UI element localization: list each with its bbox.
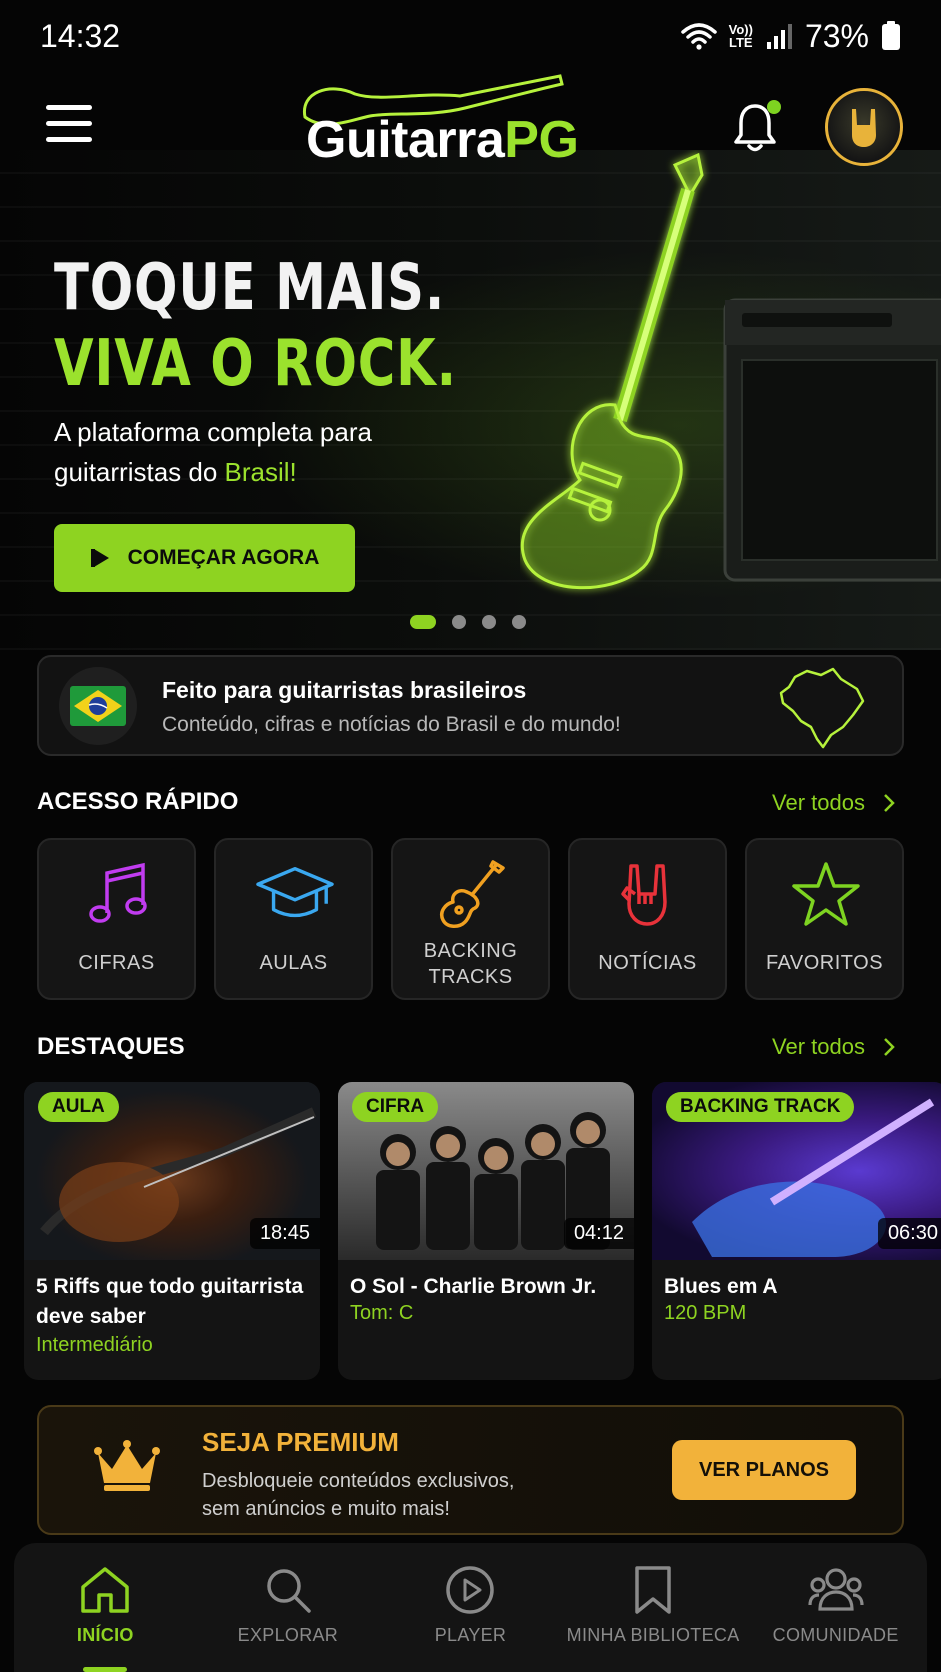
menu-icon bbox=[46, 105, 92, 110]
search-icon bbox=[267, 1569, 311, 1613]
content-tag: BACKING TRACK bbox=[666, 1092, 855, 1122]
nav-player[interactable]: PLAYER bbox=[379, 1543, 562, 1672]
volte-indicator: Vo)) LTE bbox=[728, 22, 753, 50]
premium-subtitle: Desbloqueie conteúdos exclusivos, sem an… bbox=[202, 1470, 515, 1520]
home-icon bbox=[81, 1567, 130, 1613]
app-header: GuitarraPG bbox=[0, 72, 941, 182]
star-icon bbox=[787, 858, 865, 930]
nav-library[interactable]: MINHA BIBLIOTECA bbox=[562, 1543, 745, 1672]
premium-banner[interactable]: SEJA PREMIUM Desbloqueie conteúdos exclu… bbox=[37, 1405, 904, 1535]
card-meta: Intermediário bbox=[36, 1334, 153, 1356]
crown-icon bbox=[94, 1440, 160, 1491]
bookmark-icon bbox=[635, 1566, 671, 1614]
highlights-see-all[interactable]: Ver todos bbox=[772, 1034, 895, 1060]
quick-item-label: CIFRAS bbox=[78, 952, 155, 974]
premium-title: SEJA PREMIUM bbox=[202, 1427, 399, 1457]
quick-item-backing-tracks[interactable]: BACKING TRACKS bbox=[391, 838, 550, 1000]
duration-badge: 06:30 bbox=[877, 1218, 941, 1249]
carousel-dot[interactable] bbox=[512, 615, 526, 629]
start-now-button[interactable]: COMEÇAR AGORA bbox=[54, 524, 355, 592]
carousel-dot[interactable] bbox=[482, 615, 496, 629]
brazil-map-icon bbox=[779, 667, 865, 749]
quick-item-cifras[interactable]: CIFRAS bbox=[37, 838, 196, 1000]
neon-guitar-illustration bbox=[520, 152, 941, 590]
community-icon bbox=[808, 1568, 864, 1611]
signal-icon bbox=[766, 24, 792, 49]
chevron-right-icon bbox=[884, 794, 895, 812]
highlight-card[interactable]: BACKING TRACK 06:30 Blues em A 120 BPM bbox=[652, 1082, 941, 1380]
status-icons: Vo)) LTE 73% bbox=[680, 17, 901, 55]
status-time: 14:32 bbox=[40, 17, 121, 54]
carousel-dot[interactable] bbox=[410, 615, 436, 629]
menu-button[interactable] bbox=[46, 105, 92, 145]
duration-badge: 18:45 bbox=[249, 1218, 320, 1249]
quick-item-label: NOTÍCIAS bbox=[598, 952, 697, 974]
hero-subtitle-highlight: Brasil! bbox=[224, 457, 297, 487]
play-circle-icon bbox=[446, 1566, 495, 1614]
hero-title: TOQUE MAIS. VIVA O ROCK. bbox=[54, 250, 457, 402]
quick-access-title: ACESSO RÁPIDO bbox=[37, 788, 239, 815]
duration-badge: 04:12 bbox=[563, 1218, 634, 1249]
avatar[interactable] bbox=[825, 88, 903, 166]
logo-text: GuitarraPG bbox=[306, 111, 579, 169]
see-plans-button[interactable]: VER PLANOS bbox=[672, 1440, 856, 1500]
rock-hand-icon bbox=[610, 858, 688, 930]
highlight-card[interactable]: CIFRA 04:12 O Sol - Charlie Brown Jr. To… bbox=[338, 1082, 634, 1380]
nav-explore[interactable]: EXPLORAR bbox=[197, 1543, 380, 1672]
highlight-card[interactable]: AULA 18:45 5 Riffs que todo guitarrista … bbox=[24, 1082, 320, 1380]
content-tag: AULA bbox=[38, 1092, 119, 1122]
battery-percent: 73% bbox=[804, 17, 869, 54]
content-tag: CIFRA bbox=[352, 1092, 439, 1122]
battery-icon bbox=[882, 21, 900, 50]
quick-item-label: AULAS bbox=[259, 952, 328, 974]
bottom-navigation: INÍCIO EXPLORAR PLAYER MINHA BIBLIOTECA … bbox=[14, 1543, 927, 1672]
brazil-banner-title: Feito para guitarristas brasileiros bbox=[162, 677, 527, 703]
notification-dot bbox=[767, 100, 781, 114]
quick-access-row: CIFRAS AULAS BACKING TRACKS NOTÍCIAS FAV… bbox=[37, 838, 904, 1000]
graduation-cap-icon bbox=[256, 858, 334, 930]
status-bar: 14:32 Vo)) LTE 73% bbox=[0, 0, 941, 72]
wifi-icon bbox=[680, 23, 717, 50]
carousel-dot[interactable] bbox=[452, 615, 466, 629]
start-now-label: COMEÇAR AGORA bbox=[127, 546, 320, 569]
quick-item-label: FAVORITOS bbox=[765, 952, 884, 974]
hero-title-line2: VIVA O ROCK. bbox=[54, 327, 457, 401]
app-logo: GuitarraPG bbox=[300, 72, 600, 172]
music-note-icon bbox=[79, 858, 157, 930]
quick-item-favoritos[interactable]: FAVORITOS bbox=[745, 838, 904, 1000]
quick-item-aulas[interactable]: AULAS bbox=[214, 838, 373, 1000]
quick-item-label: BACKING TRACKS bbox=[423, 940, 518, 988]
hero-banner[interactable]: TOQUE MAIS. VIVA O ROCK. A plataforma co… bbox=[0, 150, 941, 650]
brazil-flag-icon bbox=[59, 667, 137, 745]
card-meta: 120 BPM bbox=[664, 1302, 747, 1324]
quick-access-see-all[interactable]: Ver todos bbox=[772, 790, 895, 816]
active-tab-indicator bbox=[83, 1667, 128, 1672]
rock-hand-avatar-icon bbox=[852, 109, 876, 147]
nav-home[interactable]: INÍCIO bbox=[14, 1543, 197, 1672]
carousel-indicator bbox=[410, 615, 526, 629]
hero-title-line1: TOQUE MAIS. bbox=[54, 251, 446, 325]
chevron-right-icon bbox=[884, 1038, 895, 1056]
card-title: Blues em A bbox=[664, 1275, 778, 1298]
brazil-banner-subtitle: Conteúdo, cifras e notícias do Brasil e … bbox=[162, 713, 621, 736]
quick-item-noticias[interactable]: NOTÍCIAS bbox=[568, 838, 727, 1000]
hero-subtitle: A plataforma completa para guitarristas … bbox=[54, 417, 372, 487]
card-title: 5 Riffs que todo guitarrista deve saber bbox=[36, 1275, 304, 1328]
highlights-title: DESTAQUES bbox=[37, 1033, 185, 1060]
card-meta: Tom: C bbox=[350, 1302, 414, 1324]
brazil-banner[interactable]: Feito para guitarristas brasileiros Cont… bbox=[37, 655, 904, 756]
highlights-carousel[interactable]: AULA 18:45 5 Riffs que todo guitarrista … bbox=[24, 1082, 941, 1380]
play-icon bbox=[90, 549, 109, 567]
nav-community[interactable]: COMUNIDADE bbox=[744, 1543, 927, 1672]
guitar-icon bbox=[433, 858, 511, 930]
card-title: O Sol - Charlie Brown Jr. bbox=[350, 1275, 597, 1298]
